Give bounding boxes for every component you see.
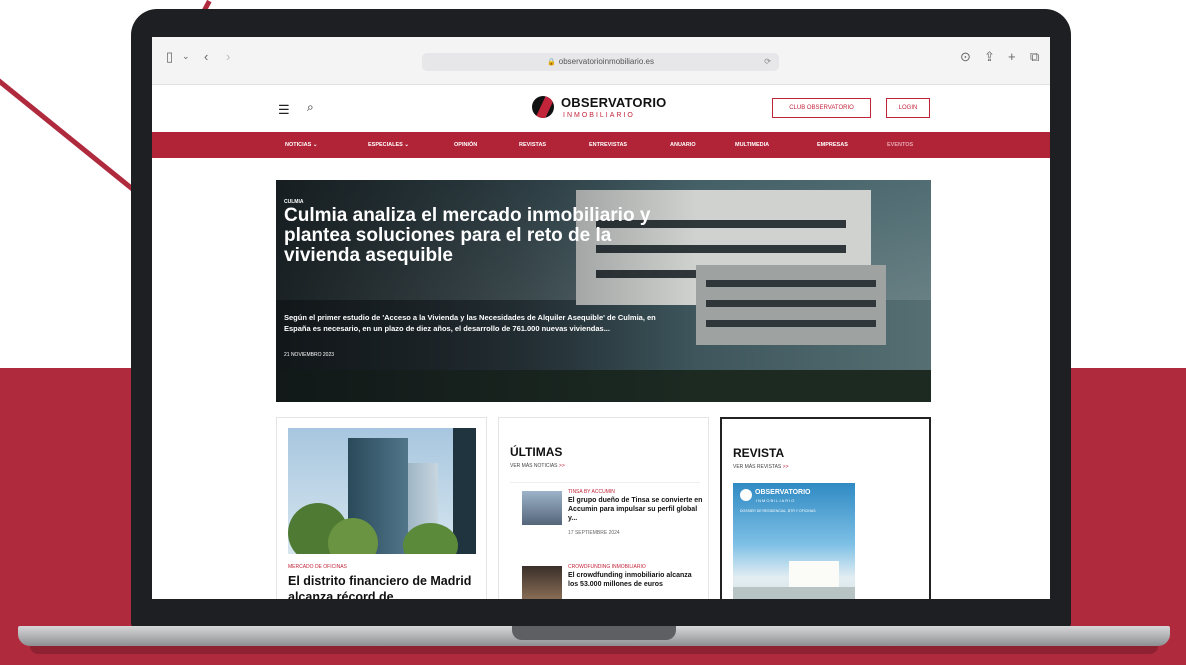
feature-article-card[interactable]: MERCADO DE OFICINAS El distrito financie… [276, 417, 487, 599]
logo-sub-text: INMOBILIARIO [563, 112, 635, 119]
hero-building-side [696, 265, 886, 345]
latest-heading: ÚLTIMAS [510, 445, 563, 459]
chevron-left-icon[interactable]: ‹ [204, 49, 208, 64]
address-text: observatorioinmobiliario.es [558, 57, 654, 66]
hero-article[interactable]: CULMIA Culmia analiza el mercado inmobil… [276, 180, 931, 402]
news-thumbnail[interactable] [522, 491, 562, 525]
main-nav: NOTICIAS ⌄ ESPECIALES ⌄ OPINIÓN REVISTAS… [152, 132, 1050, 158]
chevron-down-icon: ⌄ [404, 142, 409, 148]
nav-opinion[interactable]: OPINIÓN [454, 132, 477, 158]
reload-icon[interactable]: ⟳ [764, 53, 771, 71]
download-icon[interactable]: ⊙ [960, 49, 971, 65]
nav-anuario[interactable]: ANUARIO [670, 132, 696, 158]
magazine-cover-desc: DOSSIER DE RESIDENCIAL, BTR Y OFICINAS [740, 509, 816, 513]
logo-main-text: OBSERVATORIO [561, 95, 667, 110]
nav-noticias[interactable]: NOTICIAS ⌄ [285, 132, 317, 158]
list-item[interactable]: CROWDFUNDING INMOBILIARIO El crowdfundin… [510, 558, 700, 599]
news-date: 17 SEPTIEMBRE 2024 [568, 530, 620, 536]
magazine-cover-title: OBSERVATORIO [755, 489, 811, 496]
magazine-heading: REVISTA [733, 446, 785, 460]
login-button[interactable]: LOGIN [886, 98, 930, 118]
share-icon[interactable]: ⇪ [984, 49, 995, 65]
news-category[interactable]: CROWDFUNDING INMOBILIARIO [568, 564, 646, 570]
nav-eventos[interactable]: EVENTOS [887, 132, 913, 158]
magazine-logo-icon [740, 489, 752, 501]
magazine-more-link[interactable]: VER MÁS REVISTAS >> [733, 464, 789, 470]
list-item[interactable]: TINSA BY ACCUMIN El grupo dueño de Tinsa… [510, 482, 703, 544]
hero-summary: Según el primer estudio de 'Acceso a la … [284, 313, 656, 333]
menu-icon[interactable]: ☰ [278, 102, 290, 118]
latest-news-card: ÚLTIMAS VER MÁS NOTICIAS >> TINSA BY ACC… [498, 417, 709, 599]
chevron-down-icon[interactable]: ⌄ [182, 51, 190, 62]
news-thumbnail[interactable] [522, 566, 562, 599]
magazine-more-text: VER MÁS REVISTAS [733, 464, 782, 470]
arrow-right-icon: >> [558, 463, 565, 469]
feature-article-image[interactable] [288, 428, 476, 554]
plus-icon[interactable]: + [1008, 49, 1016, 64]
magazine-cover-pool [733, 587, 855, 599]
latest-more-link[interactable]: VER MÁS NOTICIAS >> [510, 463, 565, 469]
hero-title[interactable]: Culmia analiza el mercado inmobiliario y… [284, 206, 664, 266]
magazine-cover-subtitle: INMOBILIARIO [756, 498, 796, 503]
nav-especiales[interactable]: ESPECIALES ⌄ [368, 132, 409, 158]
search-icon[interactable]: ⌕ [307, 100, 314, 115]
laptop-shadow [30, 646, 1158, 654]
nav-label: NOTICIAS [285, 142, 312, 148]
news-title[interactable]: El grupo dueño de Tinsa se convierte en … [568, 496, 703, 523]
nav-revistas[interactable]: REVISTAS [519, 132, 546, 158]
address-bar[interactable]: 🔒 observatorioinmobiliario.es ⟳ [422, 53, 779, 71]
laptop-notch [512, 626, 676, 640]
sidebar-icon[interactable]: ▯ [166, 49, 173, 65]
latest-more-text: VER MÁS NOTICIAS [510, 463, 558, 469]
hero-date: 21 NOVIEMBRO 2023 [284, 352, 335, 358]
site-header: ☰ ⌕ OBSERVATORIO INMOBILIARIO CLUB OBSER… [152, 85, 1050, 132]
lock-icon: 🔒 [547, 59, 556, 66]
arrow-right-icon: >> [782, 464, 789, 470]
magazine-cover[interactable]: OBSERVATORIO INMOBILIARIO DOSSIER DE RES… [733, 483, 855, 599]
nav-entrevistas[interactable]: ENTREVISTAS [589, 132, 627, 158]
news-category[interactable]: TINSA BY ACCUMIN [568, 489, 615, 495]
feature-article-title[interactable]: El distrito financiero de Madrid alcanza… [288, 573, 478, 599]
news-title[interactable]: El crowdfunding inmobiliario alcanza los… [568, 571, 703, 589]
chevron-down-icon: ⌄ [312, 142, 318, 148]
site-logo[interactable]: OBSERVATORIO INMOBILIARIO [532, 93, 682, 125]
chevron-right-icon[interactable]: › [226, 49, 230, 64]
feature-article-category[interactable]: MERCADO DE OFICINAS [288, 564, 347, 570]
tabs-icon[interactable]: ⧉ [1030, 49, 1039, 65]
nav-multimedia[interactable]: MULTIMEDIA [735, 132, 769, 158]
magazine-card: REVISTA VER MÁS REVISTAS >> OBSERVATORIO… [720, 417, 931, 599]
browser-toolbar: ▯ ⌄ ‹ › 🔒 observatorioinmobiliario.es ⟳ ⊙… [152, 37, 1050, 85]
club-observatorio-button[interactable]: CLUB OBSERVATORIO [772, 98, 871, 118]
nav-empresas[interactable]: EMPRESAS [817, 132, 848, 158]
logo-mark-icon [532, 96, 554, 118]
browser-window: ▯ ⌄ ‹ › 🔒 observatorioinmobiliario.es ⟳ ⊙… [152, 37, 1050, 599]
nav-label: ESPECIALES [368, 142, 403, 148]
